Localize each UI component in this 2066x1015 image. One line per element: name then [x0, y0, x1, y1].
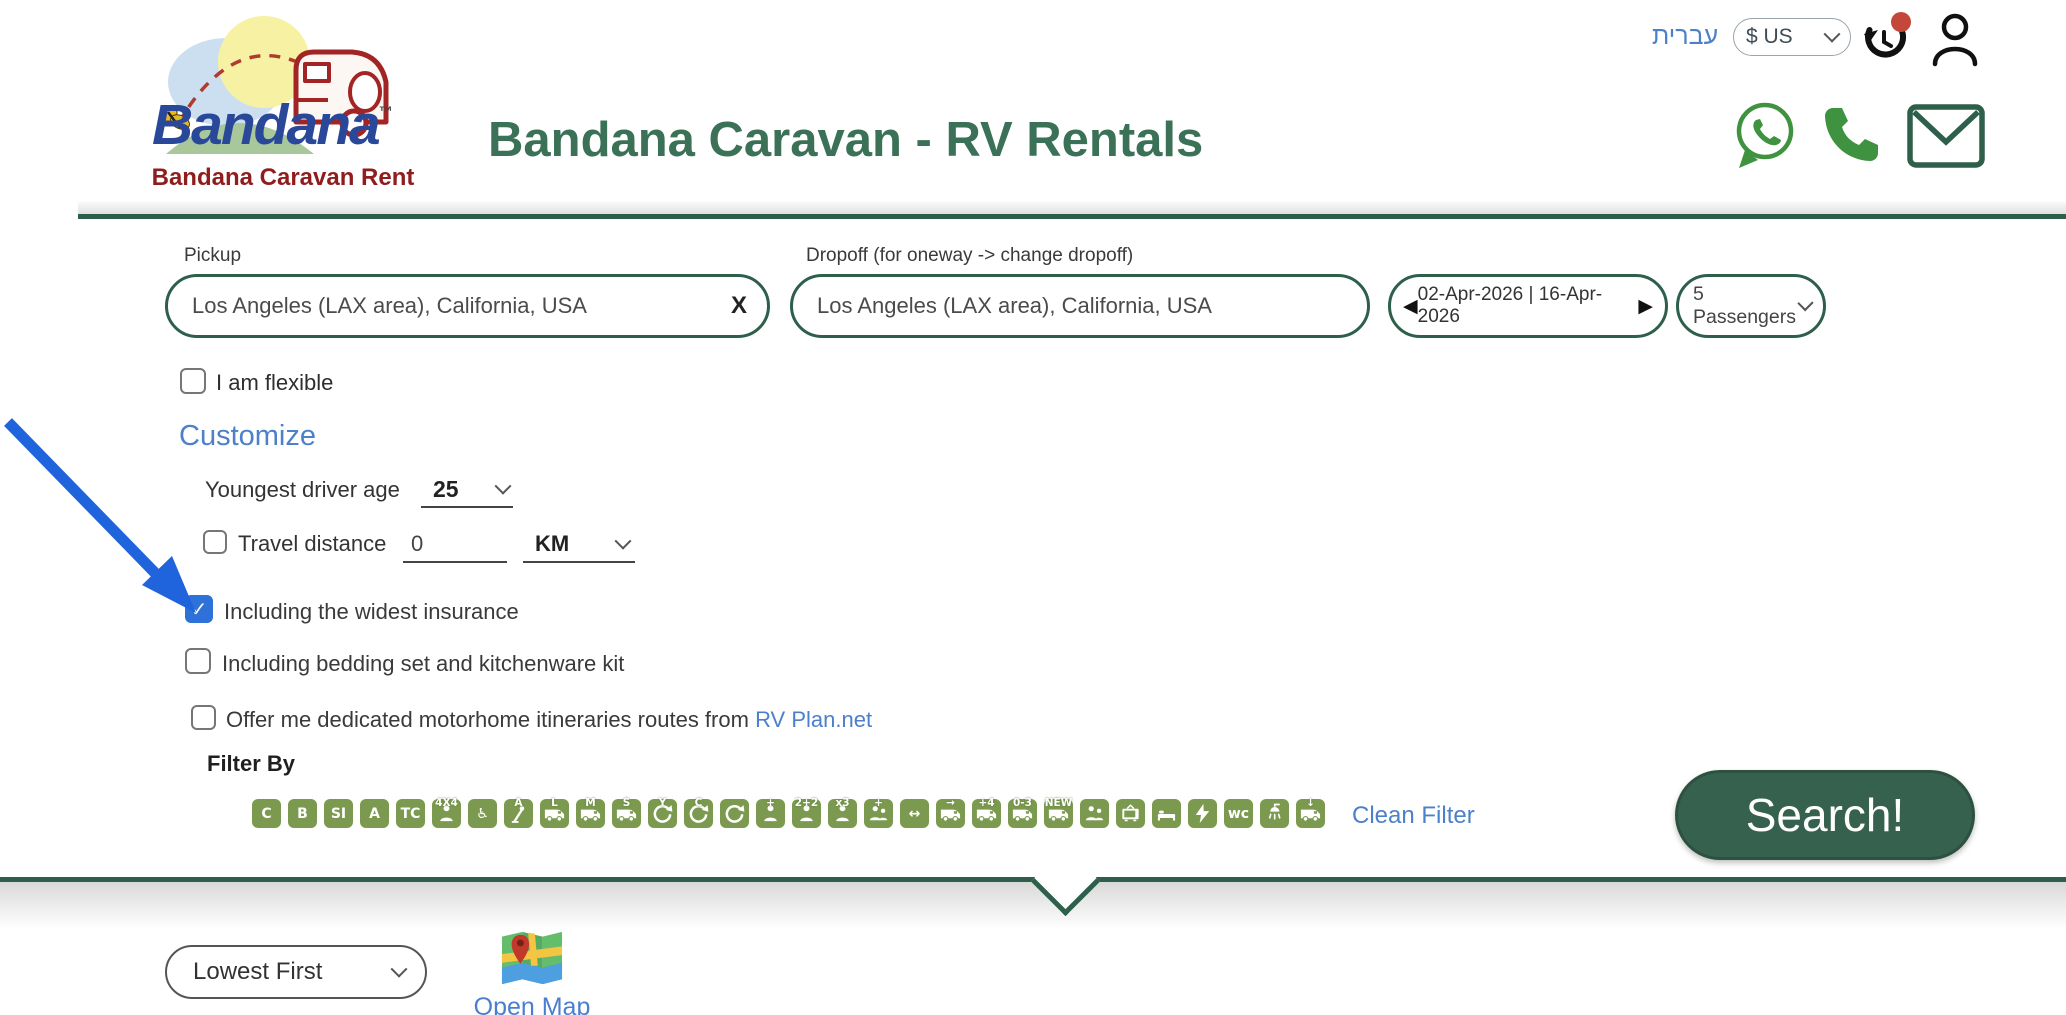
clear-pickup-button[interactable]: X	[731, 292, 747, 320]
map-icon	[501, 928, 563, 986]
filter-seats-x3-icon[interactable]: x3	[828, 799, 857, 828]
date-prev-button[interactable]: ◀	[1403, 295, 1418, 317]
filter-class-c-icon[interactable]: C	[252, 799, 281, 828]
bottom-divider-shadow	[0, 882, 2066, 938]
filter-rotate-c-icon[interactable]: C	[684, 799, 713, 828]
filter-rv-age-0-3-icon[interactable]: 0-3	[1008, 799, 1037, 828]
filter-rv-new-icon[interactable]: NEW	[1044, 799, 1073, 828]
filter-family-plus-icon[interactable]: +	[864, 799, 893, 828]
page: Bandana™ Bandana Caravan Rent Bandana Ca…	[0, 0, 2066, 1015]
flexible-checkbox[interactable]	[180, 368, 206, 394]
travel-distance-label: Travel distance	[238, 531, 386, 557]
youngest-driver-age-label: Youngest driver age	[205, 477, 400, 503]
travel-distance-value: 0	[411, 531, 423, 557]
search-button[interactable]: Search!	[1675, 770, 1975, 860]
chevron-down-icon	[1824, 26, 1841, 43]
sort-order-select[interactable]: Lowest First	[165, 945, 427, 999]
brand-logo[interactable]: Bandana™ Bandana Caravan Rent	[138, 4, 423, 198]
pickup-value: Los Angeles (LAX area), California, USA	[192, 293, 587, 319]
logo-caption: Bandana Caravan Rent	[128, 164, 438, 192]
filter-family-icon[interactable]	[1080, 799, 1109, 828]
distance-unit-select[interactable]: KM	[523, 527, 635, 563]
clean-filter-link[interactable]: Clean Filter	[1352, 802, 1475, 830]
filter-rv-large-icon[interactable]: L	[540, 799, 569, 828]
filter-4x4-icon[interactable]: 4X4	[432, 799, 461, 828]
bedding-kitchenware-checkbox[interactable]	[185, 648, 211, 674]
filter-class-a-icon[interactable]: A	[360, 799, 389, 828]
date-range-picker[interactable]: ◀ 02-Apr-2026 | 16-Apr-2026 ▶	[1388, 274, 1668, 338]
email-envelope-icon[interactable]	[1906, 102, 1986, 172]
customize-link[interactable]: Customize	[179, 420, 316, 453]
filter-wc-icon[interactable]: wc	[1224, 799, 1253, 828]
filter-width-icon[interactable]: ↔	[900, 799, 929, 828]
sort-order-value: Lowest First	[193, 958, 322, 986]
filter-rv-oneway-icon[interactable]: →	[936, 799, 965, 828]
filter-electric-icon[interactable]	[1188, 799, 1217, 828]
filter-semi-integrated-icon[interactable]: SI	[324, 799, 353, 828]
filter-tv-icon[interactable]	[1116, 799, 1145, 828]
top-divider-line	[78, 214, 2066, 219]
dropoff-label: Dropoff (for oneway -> change dropoff)	[806, 245, 1133, 267]
filter-rotate-y-icon[interactable]: Y	[648, 799, 677, 828]
travel-distance-checkbox[interactable]	[203, 530, 227, 554]
filter-rv-dropdown-icon[interactable]: ↓	[1296, 799, 1325, 828]
trademark-symbol: ™	[379, 103, 393, 119]
chevron-down-icon	[615, 533, 632, 550]
pickup-label: Pickup	[184, 245, 241, 267]
open-map-button[interactable]: Open Map	[462, 928, 602, 1015]
currency-value: $ US	[1746, 25, 1793, 49]
filter-seats-2plus2-icon[interactable]: 2+2	[792, 799, 821, 828]
passengers-select[interactable]: 5 Passengers	[1676, 274, 1826, 338]
itineraries-checkbox[interactable]	[191, 705, 216, 730]
language-link-hebrew[interactable]: עברית	[1652, 22, 1718, 51]
filter-rotate-icon[interactable]	[720, 799, 749, 828]
rv-plan-net-link[interactable]: RV Plan.net	[755, 707, 872, 732]
bedding-kitchenware-label: Including bedding set and kitchenware ki…	[222, 651, 624, 677]
logo-wordmark: Bandana™	[152, 92, 393, 158]
filter-automatic-icon[interactable]: A	[504, 799, 533, 828]
widest-insurance-checkbox[interactable]: ✓	[185, 595, 213, 623]
user-account-icon[interactable]	[1928, 10, 1982, 68]
currency-select[interactable]: $ US	[1733, 18, 1851, 56]
open-map-label: Open Map	[462, 993, 602, 1015]
history-undo-icon[interactable]	[1856, 10, 1912, 68]
filter-wheelchair-icon[interactable]: ♿	[468, 799, 497, 828]
filter-shower-icon[interactable]	[1260, 799, 1289, 828]
distance-unit-value: KM	[535, 531, 569, 557]
filter-class-b-icon[interactable]: B	[288, 799, 317, 828]
youngest-driver-age-value: 25	[433, 476, 459, 503]
flexible-label: I am flexible	[216, 370, 333, 396]
itineraries-label: Offer me dedicated motorhome itineraries…	[226, 707, 872, 733]
filter-person-plus-icon[interactable]: +	[756, 799, 785, 828]
pickup-input[interactable]: Los Angeles (LAX area), California, USA …	[165, 274, 770, 338]
date-range-value: 02-Apr-2026 | 16-Apr-2026	[1418, 284, 1639, 328]
chevron-down-icon	[495, 478, 512, 495]
filter-rv-plus4-icon[interactable]: +4	[972, 799, 1001, 828]
widest-insurance-label: Including the widest insurance	[224, 599, 519, 625]
dropoff-input[interactable]: Los Angeles (LAX area), California, USA	[790, 274, 1370, 338]
phone-icon[interactable]	[1820, 104, 1882, 166]
youngest-driver-age-select[interactable]: 25	[421, 472, 513, 508]
filter-bed-icon[interactable]	[1152, 799, 1181, 828]
travel-distance-input[interactable]: 0	[403, 527, 507, 563]
passengers-value: 5 Passengers	[1693, 283, 1800, 329]
filter-truck-camper-icon[interactable]: TC	[396, 799, 425, 828]
filter-by-label: Filter By	[207, 751, 295, 777]
filter-rv-medium-icon[interactable]: M	[576, 799, 605, 828]
top-divider-shadow	[78, 201, 2066, 214]
date-next-button[interactable]: ▶	[1638, 295, 1653, 317]
dropoff-value: Los Angeles (LAX area), California, USA	[817, 293, 1212, 319]
page-title: Bandana Caravan - RV Rentals	[488, 112, 1203, 168]
chevron-down-icon	[391, 961, 408, 978]
filter-rv-small-icon[interactable]: S	[612, 799, 641, 828]
whatsapp-icon[interactable]	[1731, 100, 1797, 172]
filter-icons-row: CBSIATC4X4♿ALMSYC+2+2x3+↔→+40-3NEWwc↓	[252, 799, 1325, 828]
